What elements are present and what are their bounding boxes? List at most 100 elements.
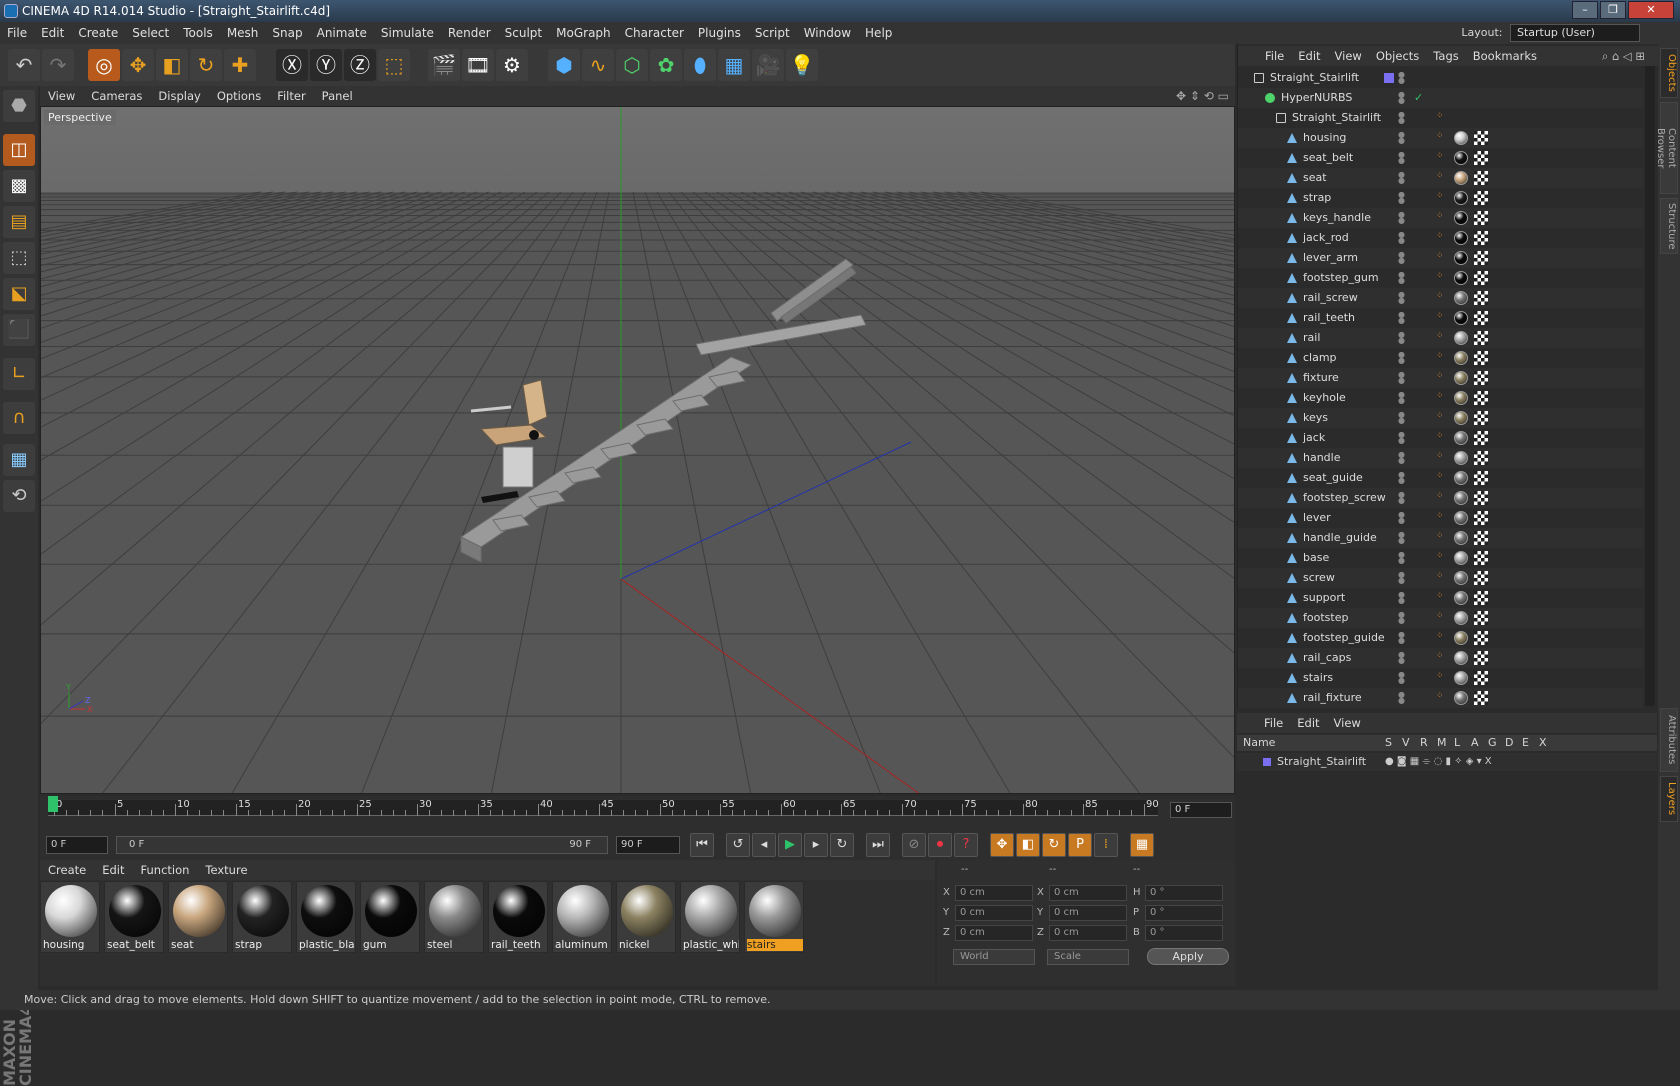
menu-sculpt[interactable]: Sculpt <box>498 22 549 44</box>
menu-animate[interactable]: Animate <box>310 22 374 44</box>
uvw-tag-icon[interactable] <box>1474 351 1488 365</box>
material-menu-function[interactable]: Function <box>133 860 198 880</box>
render-view-icon[interactable]: 🎬 <box>428 49 460 81</box>
phong-tag-icon[interactable]: ⁘ <box>1436 532 1444 541</box>
material-swatch[interactable]: rail_teeth <box>488 881 548 953</box>
menu-tools[interactable]: Tools <box>176 22 220 44</box>
object-row[interactable]: Straight_Stairlift ● ● <box>1238 68 1643 88</box>
material-tag-icon[interactable] <box>1454 491 1468 505</box>
uvw-tag-icon[interactable] <box>1474 291 1488 305</box>
object-row[interactable]: keyhole ● ● ⁘ <box>1238 388 1643 408</box>
object-row[interactable]: handle_guide ● ● ⁘ <box>1238 528 1643 548</box>
next-key-icon[interactable]: ↻ <box>830 833 854 857</box>
scale-key-icon[interactable]: ◧ <box>1016 833 1040 857</box>
close-button[interactable]: ✕ <box>1628 1 1674 19</box>
tab-attributes[interactable]: Attributes <box>1660 708 1678 772</box>
visibility-dots[interactable]: ● ● <box>1398 451 1410 465</box>
material-tag-icon[interactable] <box>1454 331 1468 345</box>
spline-pen-icon[interactable]: ∿ <box>582 49 614 81</box>
object-row[interactable]: footstep ● ● ⁘ <box>1238 608 1643 628</box>
phong-tag-icon[interactable]: ⁘ <box>1436 152 1444 161</box>
material-swatch[interactable]: strap <box>232 881 292 953</box>
object-row[interactable]: stairs ● ● ⁘ <box>1238 668 1643 688</box>
texture-mode-icon[interactable]: ▩ <box>3 170 35 202</box>
object-row[interactable]: seat_guide ● ● ⁘ <box>1238 468 1643 488</box>
uvw-tag-icon[interactable] <box>1474 671 1488 685</box>
menu-select[interactable]: Select <box>125 22 176 44</box>
objects-menu-bookmarks[interactable]: Bookmarks <box>1466 46 1544 66</box>
material-swatch[interactable]: aluminum <box>552 881 612 953</box>
uvw-tag-icon[interactable] <box>1474 471 1488 485</box>
uvw-tag-icon[interactable] <box>1474 251 1488 265</box>
material-tag-icon[interactable] <box>1454 671 1468 685</box>
visibility-dots[interactable]: ● ● <box>1398 411 1410 425</box>
visibility-dots[interactable]: ● ● <box>1398 91 1410 105</box>
phong-tag-icon[interactable]: ⁘ <box>1436 412 1444 421</box>
visibility-dots[interactable]: ● ● <box>1398 251 1410 265</box>
material-swatch[interactable]: gum <box>360 881 420 953</box>
material-swatch[interactable]: steel <box>424 881 484 953</box>
parameter-key-icon[interactable]: P <box>1068 833 1092 857</box>
material-tag-icon[interactable] <box>1454 651 1468 665</box>
visibility-dots[interactable]: ● ● <box>1398 131 1410 145</box>
phong-tag-icon[interactable]: ⁘ <box>1436 672 1444 681</box>
menu-render[interactable]: Render <box>441 22 498 44</box>
size-x-field[interactable]: 0 cm <box>1049 885 1127 901</box>
object-row[interactable]: support ● ● ⁘ <box>1238 588 1643 608</box>
previous-frame-icon[interactable]: ◂ <box>752 833 776 857</box>
rot-p-field[interactable]: 0 ° <box>1145 905 1223 921</box>
workplane-mode-icon[interactable]: ▤ <box>3 206 35 238</box>
phong-tag-icon[interactable]: ⁘ <box>1436 632 1444 641</box>
object-row[interactable]: footstep_guide ● ● ⁘ <box>1238 628 1643 648</box>
coordinate-mode-dropdown[interactable]: Scale <box>1047 949 1129 965</box>
polygons-mode-icon[interactable]: ⬛ <box>3 314 35 346</box>
viewport-menu-view[interactable]: View <box>40 86 83 106</box>
phong-tag-icon[interactable]: ⁘ <box>1436 132 1444 141</box>
rot-b-field[interactable]: 0 ° <box>1145 925 1223 941</box>
phong-tag-icon[interactable]: ⁘ <box>1436 652 1444 661</box>
go-to-start-icon[interactable]: ⏮ <box>690 833 714 857</box>
phong-tag-icon[interactable]: ⁘ <box>1436 452 1444 461</box>
material-tag-icon[interactable] <box>1454 171 1468 185</box>
object-row[interactable]: screw ● ● ⁘ <box>1238 568 1643 588</box>
phong-tag-icon[interactable]: ⁘ <box>1436 192 1444 201</box>
material-swatch[interactable]: seat_belt <box>104 881 164 953</box>
visibility-dots[interactable]: ● ● <box>1398 171 1410 185</box>
tab-layers[interactable]: Layers <box>1660 776 1678 822</box>
uvw-tag-icon[interactable] <box>1474 131 1488 145</box>
material-swatch[interactable]: housing <box>40 881 100 953</box>
visibility-dots[interactable]: ● ● <box>1398 311 1410 325</box>
tab-content-browser[interactable]: Content Browser <box>1655 102 1678 194</box>
visibility-dots[interactable]: ● ● <box>1398 431 1410 445</box>
keyframe-selection-icon[interactable]: ? <box>954 833 978 857</box>
uvw-tag-icon[interactable] <box>1474 451 1488 465</box>
object-row[interactable]: lever ● ● ⁘ <box>1238 508 1643 528</box>
object-row[interactable]: rail_caps ● ● ⁘ <box>1238 648 1643 668</box>
enabled-check-icon[interactable]: ✓ <box>1414 88 1423 108</box>
viewport-menu-cameras[interactable]: Cameras <box>83 86 150 106</box>
visibility-dots[interactable]: ● ● <box>1398 631 1410 645</box>
material-tag-icon[interactable] <box>1454 451 1468 465</box>
phong-tag-icon[interactable]: ⁘ <box>1436 312 1444 321</box>
coordinate-space-dropdown[interactable]: World <box>953 949 1035 965</box>
material-tag-icon[interactable] <box>1454 311 1468 325</box>
next-frame-icon[interactable]: ▸ <box>804 833 828 857</box>
phong-tag-icon[interactable]: ⁘ <box>1436 552 1444 561</box>
tab-objects[interactable]: Objects <box>1660 48 1678 98</box>
uvw-tag-icon[interactable] <box>1474 571 1488 585</box>
viewport-nav-icons[interactable]: ✥ ⇕ ⟲ ▭ <box>1176 86 1229 106</box>
material-swatch[interactable]: nickel <box>616 881 676 953</box>
size-z-field[interactable]: 0 cm <box>1049 925 1127 941</box>
rot-h-field[interactable]: 0 ° <box>1145 885 1223 901</box>
viewport-menu-display[interactable]: Display <box>150 86 208 106</box>
phong-tag-icon[interactable]: ⁘ <box>1436 512 1444 521</box>
menu-window[interactable]: Window <box>797 22 858 44</box>
point-level-key-icon[interactable]: ⁞ <box>1094 833 1118 857</box>
preview-range-slider[interactable]: 0 F 90 F <box>116 836 608 854</box>
layer-column-header[interactable]: E <box>1522 735 1529 751</box>
deformer-icon[interactable]: ⬮ <box>684 49 716 81</box>
uvw-tag-icon[interactable] <box>1474 491 1488 505</box>
live-selection-icon[interactable]: ◎ <box>88 49 120 81</box>
y-axis-lock-icon[interactable]: Ⓨ <box>310 49 342 81</box>
object-row[interactable]: strap ● ● ⁘ <box>1238 188 1643 208</box>
